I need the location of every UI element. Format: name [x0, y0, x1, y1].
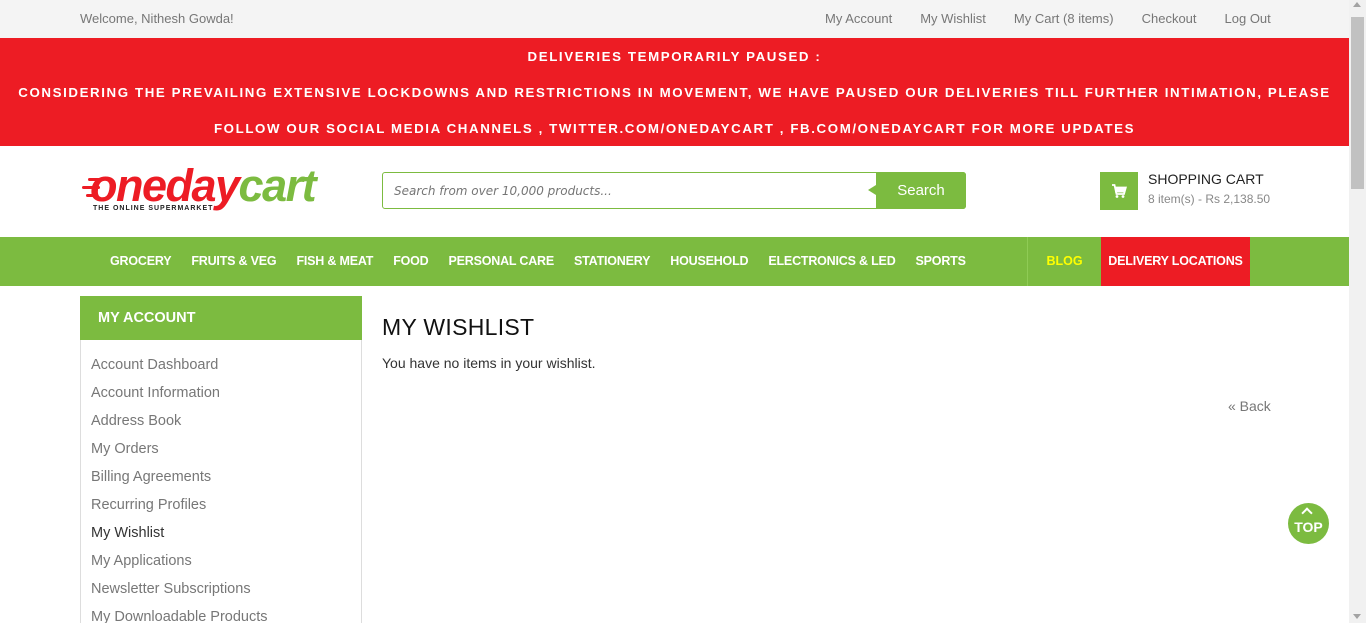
- cart-icon: [1112, 184, 1127, 198]
- sidebar-item-billing-agreements[interactable]: Billing Agreements: [91, 468, 268, 496]
- notice-line-2: CONSIDERING THE PREVAILING EXTENSIVE LOC…: [18, 85, 1331, 100]
- sidebar-item-my-downloadable-products[interactable]: My Downloadable Products: [91, 608, 268, 623]
- sidebar-item-address-book[interactable]: Address Book: [91, 412, 268, 440]
- scroll-to-top-label: TOP: [1294, 519, 1323, 535]
- logo-tagline: THE ONLINE SUPERMARKET: [93, 205, 214, 212]
- page-title: MY WISHLIST: [382, 314, 535, 340]
- top-bar: Welcome, Nithesh Gowda! My Account My Wi…: [0, 0, 1349, 38]
- nav-item-fish-meat[interactable]: FISH & MEAT: [286, 237, 383, 286]
- delivery-notice-banner: DELIVERIES TEMPORARILY PAUSED : CONSIDER…: [0, 38, 1349, 146]
- sidebar-item-my-wishlist: My Wishlist: [91, 525, 165, 541]
- sidebar-title: MY ACCOUNT: [80, 296, 362, 340]
- page-scrollbar[interactable]: [1349, 0, 1366, 623]
- search-button[interactable]: Search: [868, 172, 966, 209]
- sidebar-item-my-applications[interactable]: My Applications: [91, 552, 268, 580]
- nav-item-fruits-veg[interactable]: FRUITS & VEG: [181, 237, 286, 286]
- top-link-my-cart[interactable]: My Cart (8 items): [1014, 11, 1114, 26]
- shopping-cart-title[interactable]: SHOPPING CART: [1148, 171, 1264, 187]
- nav-item-personal-care[interactable]: PERSONAL CARE: [439, 237, 565, 286]
- main-nav: GROCERY FRUITS & VEG FISH & MEAT FOOD PE…: [0, 237, 1349, 286]
- nav-item-delivery-locations[interactable]: DELIVERY LOCATIONS: [1101, 237, 1250, 286]
- nav-item-grocery[interactable]: GROCERY: [100, 237, 181, 286]
- welcome-text: Welcome, Nithesh Gowda!: [80, 11, 234, 26]
- notice-line-3: FOLLOW OUR SOCIAL MEDIA CHANNELS , TWITT…: [213, 121, 1136, 136]
- nav-item-stationery[interactable]: STATIONERY: [564, 237, 660, 286]
- top-link-my-account[interactable]: My Account: [825, 11, 892, 26]
- nav-item-sports[interactable]: SPORTS: [906, 237, 976, 286]
- sidebar-item-account-dashboard[interactable]: Account Dashboard: [91, 356, 268, 384]
- empty-wishlist-message: You have no items in your wishlist.: [382, 355, 596, 371]
- nav-item-household[interactable]: HOUSEHOLD: [660, 237, 758, 286]
- notice-line-1: DELIVERIES TEMPORARILY PAUSED :: [527, 49, 822, 64]
- scroll-to-top-button[interactable]: TOP: [1288, 503, 1329, 544]
- top-link-checkout[interactable]: Checkout: [1142, 11, 1197, 26]
- sidebar-item-my-orders[interactable]: My Orders: [91, 440, 268, 468]
- logo-wordmark-cart: cart: [238, 160, 317, 211]
- sidebar-item-account-information[interactable]: Account Information: [91, 384, 268, 412]
- scroll-down-arrow-icon[interactable]: [1353, 614, 1361, 619]
- logo-wordmark-oneday: oneday: [90, 160, 240, 211]
- search-bar: Search: [382, 172, 966, 209]
- site-logo[interactable]: onedaycart THE ONLINE SUPERMARKET: [82, 160, 327, 216]
- sidebar-item-recurring-profiles[interactable]: Recurring Profiles: [91, 496, 268, 524]
- top-link-log-out[interactable]: Log Out: [1225, 11, 1271, 26]
- sidebar-item-newsletter-subscriptions[interactable]: Newsletter Subscriptions: [91, 580, 268, 608]
- top-link-my-wishlist[interactable]: My Wishlist: [920, 11, 986, 26]
- cart-icon-button[interactable]: [1100, 172, 1138, 210]
- back-link[interactable]: « Back: [1228, 398, 1271, 414]
- nav-items: GROCERY FRUITS & VEG FISH & MEAT FOOD PE…: [100, 237, 976, 286]
- scroll-up-arrow-icon[interactable]: [1353, 2, 1361, 7]
- page: Welcome, Nithesh Gowda! My Account My Wi…: [0, 0, 1349, 623]
- sidebar-menu: Account Dashboard Account Information Ad…: [91, 356, 268, 623]
- nav-item-electronics-led[interactable]: ELECTRONICS & LED: [758, 237, 905, 286]
- search-input[interactable]: [383, 173, 871, 208]
- scrollbar-thumb[interactable]: [1351, 17, 1364, 189]
- top-links: My Account My Wishlist My Cart (8 items)…: [825, 11, 1299, 26]
- chevron-up-icon: [1301, 507, 1313, 519]
- nav-item-blog[interactable]: BLOG: [1027, 237, 1101, 286]
- nav-item-food[interactable]: FOOD: [383, 237, 438, 286]
- cart-summary[interactable]: 8 item(s) - Rs 2,138.50: [1148, 192, 1270, 206]
